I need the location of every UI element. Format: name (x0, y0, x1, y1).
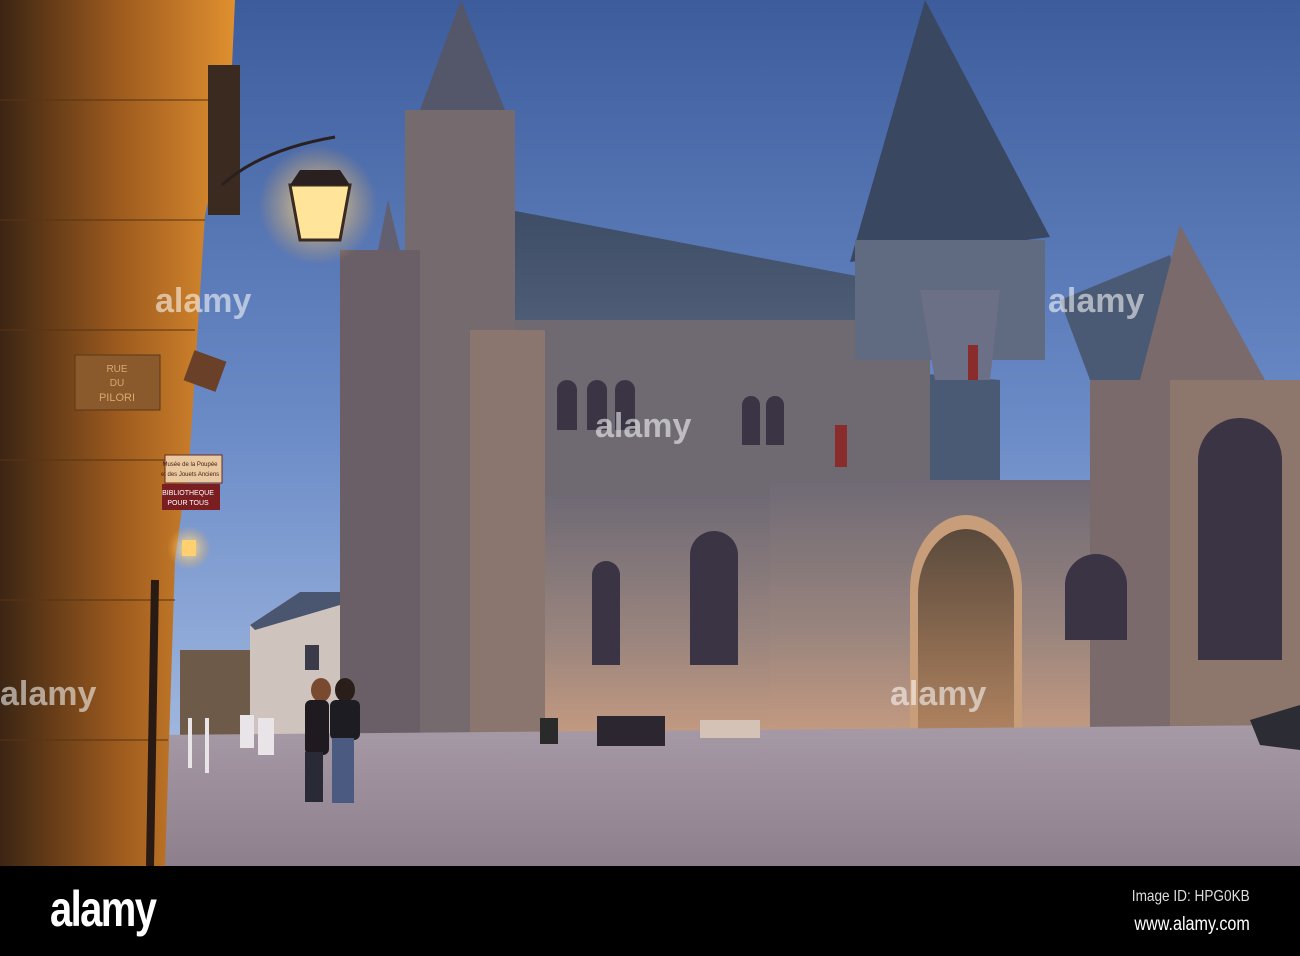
svg-text:Musée de la Poupée: Musée de la Poupée (162, 462, 218, 468)
museum-sign: Musée de la Poupée et des Jouets Anciens (161, 454, 223, 484)
alamy-logo: alamy (50, 881, 157, 937)
footer-bar: alamy Image ID: HPG0KB www.alamy.com (0, 866, 1300, 956)
image-id: Image ID: HPG0KB (1132, 888, 1250, 905)
svg-text:alamy: alamy (1048, 282, 1144, 320)
svg-text:POUR TOUS: POUR TOUS (167, 500, 209, 507)
svg-text:BIBLIOTHEQUE: BIBLIOTHEQUE (162, 490, 214, 497)
website-link: www.alamy.com (1134, 914, 1250, 935)
svg-text:alamy: alamy (0, 675, 96, 713)
balcony (208, 65, 240, 215)
lamp-post (146, 579, 159, 866)
svg-text:RUE: RUE (106, 364, 127, 375)
library-sign: BIBLIOTHEQUE POUR TOUS (162, 484, 220, 510)
svg-text:et des Jouets Anciens: et des Jouets Anciens (161, 472, 219, 478)
svg-text:PILORI: PILORI (99, 392, 135, 404)
bench (597, 716, 665, 746)
church-photo: RUE DU PILORI Musée de la Poupée et des … (0, 0, 1300, 866)
street-name-sign: RUE DU PILORI (74, 354, 161, 411)
svg-text:alamy: alamy (595, 407, 691, 445)
svg-text:DU: DU (110, 378, 124, 389)
photo-frame: RUE DU PILORI Musée de la Poupée et des … (0, 0, 1300, 956)
svg-text:alamy: alamy (890, 675, 986, 713)
svg-text:alamy: alamy (155, 282, 251, 320)
